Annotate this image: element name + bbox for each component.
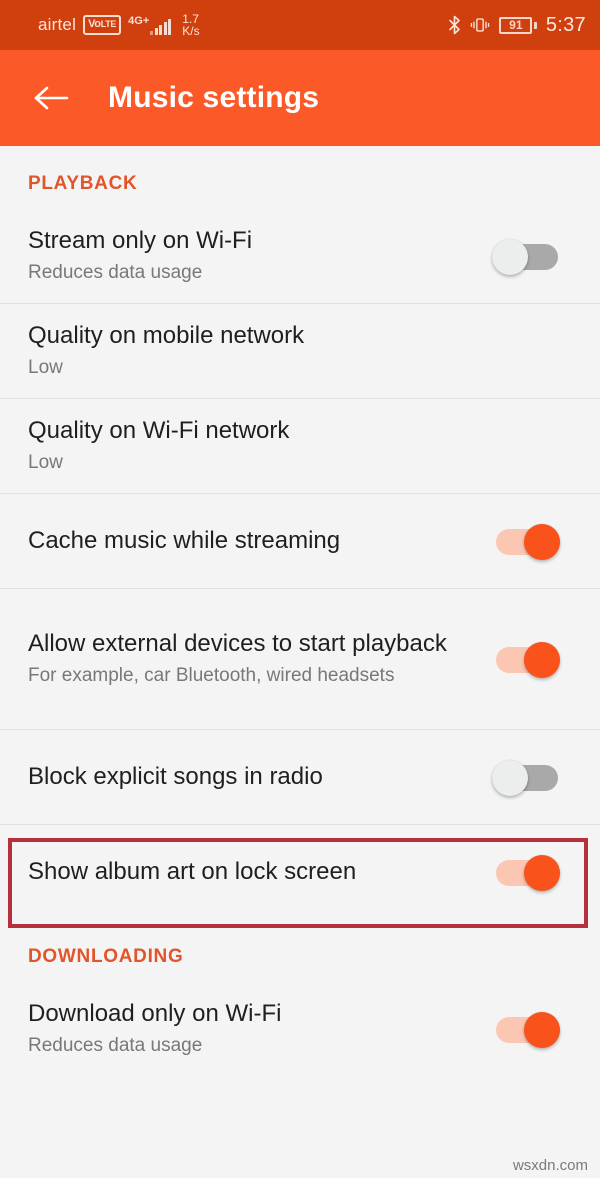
volte-main: Vo [88,18,101,30]
toggle-thumb [524,642,560,678]
row-title: Show album art on lock screen [28,857,357,885]
row-subtitle: Reduces data usage [28,262,203,284]
row-subtitle: Reduces data usage [28,1035,203,1057]
battery-level-label: 91 [499,16,533,34]
bluetooth-icon [448,15,461,35]
toggle-download-only-on-wifi[interactable] [492,1009,564,1049]
watermark-label: wsxdn.com [512,1157,588,1174]
setting-row-cache-music-while-streaming[interactable]: Cache music while streaming [0,494,600,588]
toggle-stream-only-on-wifi[interactable] [492,236,564,276]
row-subtitle: Low [28,357,63,379]
row-text: Download only on Wi-Fi Reduces data usag… [28,999,492,1058]
row-title: Download only on Wi-Fi [28,1000,282,1028]
toggle-thumb [492,239,528,275]
status-bar: airtel VoLTE 4G+ 1.7 K/s 91 5:37 [0,0,600,50]
row-title: Allow external devices to start playback [28,630,447,658]
row-text: Cache music while streaming [28,526,492,557]
battery-icon: 91 [499,16,537,34]
setting-row-block-explicit-songs-in-radio[interactable]: Block explicit songs in radio [0,730,600,824]
setting-row-download-only-on-wifi[interactable]: Download only on Wi-Fi Reduces data usag… [0,982,600,1076]
volte-badge: VoLTE [83,15,122,35]
setting-row-quality-on-mobile-network[interactable]: Quality on mobile network Low [0,304,600,398]
row-title: Quality on mobile network [28,322,305,350]
status-bar-right: 91 5:37 [448,14,586,37]
back-arrow-icon [32,83,70,113]
toggle-block-explicit-songs-in-radio[interactable] [492,757,564,797]
data-speed-unit: K/s [182,24,200,38]
row-text: Quality on mobile network Low [28,321,574,380]
clock-label: 5:37 [545,13,586,36]
status-bar-left: airtel VoLTE 4G+ 1.7 K/s [38,13,448,37]
toggle-thumb [524,1012,560,1048]
row-title: Block explicit songs in radio [28,762,323,790]
page-title: Music settings [108,81,320,114]
signal-group: 4G+ [128,14,172,35]
row-text: Quality on Wi-Fi network Low [28,416,574,475]
toggle-allow-external-devices[interactable] [492,639,564,679]
back-button[interactable] [28,75,74,121]
battery-tip [533,21,537,29]
app-bar: Music settings [0,50,600,146]
setting-row-show-album-art-on-lock-screen[interactable]: Show album art on lock screen [0,825,600,919]
row-title: Cache music while streaming [28,526,341,554]
row-text: Block explicit songs in radio [28,762,492,793]
setting-row-quality-on-wifi-network[interactable]: Quality on Wi-Fi network Low [0,399,600,493]
setting-row-allow-external-devices[interactable]: Allow external devices to start playback… [0,589,600,729]
data-speed-indicator: 1.7 K/s [182,13,199,37]
row-subtitle: Low [28,452,63,474]
row-text: Show album art on lock screen [28,857,492,888]
row-text: Stream only on Wi-Fi Reduces data usage [28,226,492,285]
row-subtitle: For example, car Bluetooth, wired headse… [28,665,395,687]
row-title: Quality on Wi-Fi network [28,417,290,445]
carrier-label: airtel [38,15,77,34]
toggle-show-album-art-on-lock-screen[interactable] [492,852,564,892]
volte-sub: LTE [100,19,117,29]
music-settings-screen: airtel VoLTE 4G+ 1.7 K/s 91 5:37 Music s… [0,0,600,1178]
section-header-playback: PLAYBACK [28,173,138,194]
vibrate-icon [470,16,490,34]
setting-row-stream-only-on-wifi[interactable]: Stream only on Wi-Fi Reduces data usage [0,209,600,303]
network-type-label: 4G+ [128,14,150,27]
toggle-cache-music-while-streaming[interactable] [492,521,564,561]
toggle-thumb [524,524,560,560]
section-header-downloading: DOWNLOADING [28,946,184,967]
signal-bars-icon [150,18,172,35]
toggle-thumb [524,855,560,891]
row-text: Allow external devices to start playback… [28,629,492,688]
settings-list: PLAYBACK Stream only on Wi-Fi Reduces da… [0,146,600,1076]
toggle-thumb [492,760,528,796]
row-title: Stream only on Wi-Fi [28,227,253,255]
